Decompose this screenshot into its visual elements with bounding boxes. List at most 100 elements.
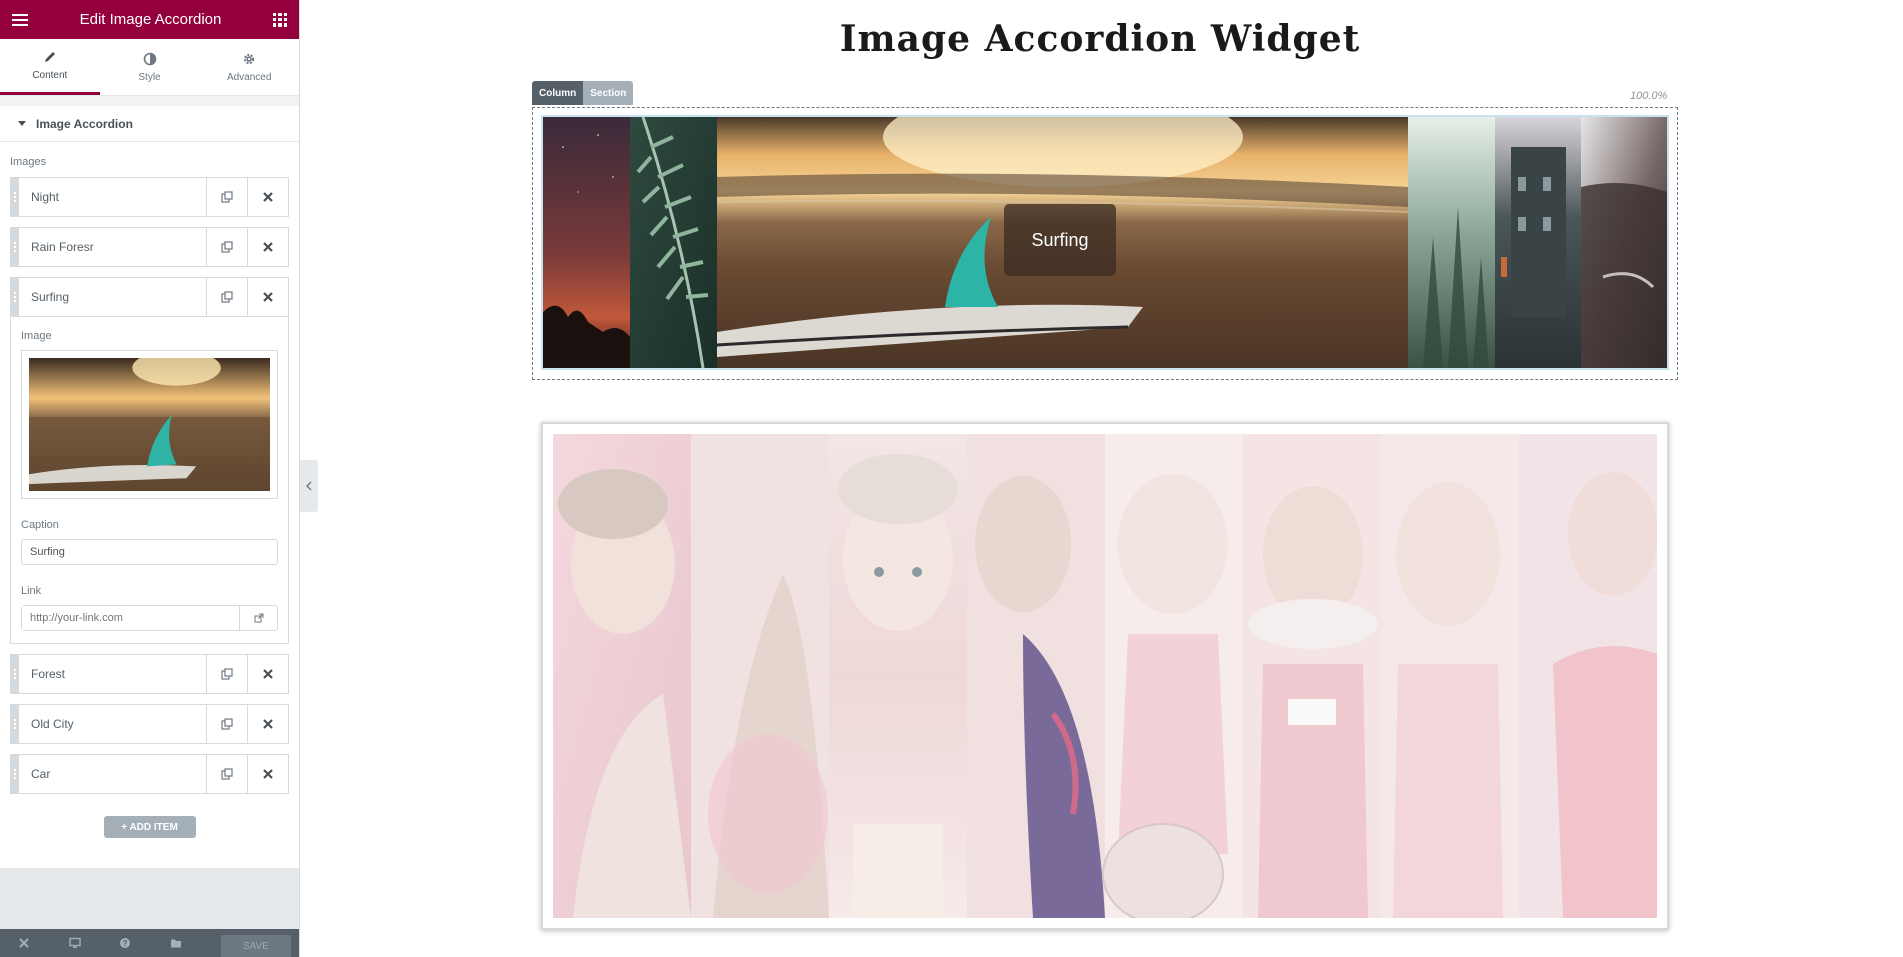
portrait-panel-8[interactable] [1519,434,1657,918]
portrait-panel-4[interactable] [967,434,1105,918]
caption-label: Caption [21,519,59,531]
close-icon [263,669,273,679]
image-label: Image [21,330,52,342]
portrait-panel-6[interactable] [1243,434,1381,918]
portrait-panel-5[interactable] [1102,434,1243,918]
panel-car[interactable] [1581,117,1667,368]
drag-handle[interactable] [11,755,19,793]
tab-content[interactable]: Content [0,39,100,95]
close-icon [263,292,273,302]
tab-advanced[interactable]: Advanced [199,39,299,95]
tab-label: Advanced [226,71,272,83]
link-options-button[interactable] [239,606,277,630]
close-icon [263,719,273,729]
duplicate-button[interactable] [206,278,247,316]
section-handle[interactable]: Section [583,81,634,105]
drag-handle[interactable] [11,178,19,216]
page-title: Image Accordion Widget [839,18,1361,60]
copy-icon [221,191,233,203]
remove-button[interactable] [247,655,288,693]
repeater-item-title[interactable]: Old City [19,705,206,743]
panel-forest[interactable] [1408,117,1495,368]
repeater-item-title[interactable]: Surfing [19,278,206,316]
portrait-panel-1[interactable] [553,434,691,918]
panel-night[interactable] [543,117,630,368]
repeater-item-title[interactable]: Forest [19,655,206,693]
portrait-panels [553,434,1657,918]
image-accordion-portraits [541,422,1669,930]
repeater-item-fields: Image Caption Link [10,316,289,644]
panel-title: Edit Image Accordion [79,11,222,28]
folder-icon[interactable] [170,937,221,949]
copy-icon [221,768,233,780]
caption-field[interactable] [21,539,278,565]
duplicate-button[interactable] [206,228,247,266]
panel-rain-forest[interactable] [630,117,717,368]
help-icon[interactable]: ? [119,937,170,949]
repeater-item: Night [10,177,289,217]
tabs-spacer [0,96,299,106]
section-title: Image Accordion [36,116,133,131]
duplicate-button[interactable] [206,755,247,793]
panel-old-city[interactable] [1495,117,1581,368]
surfing-thumbnail [29,358,270,491]
portrait-panel-7[interactable] [1381,434,1519,918]
desktop-icon[interactable] [69,937,120,949]
duplicate-button[interactable] [206,655,247,693]
link-field[interactable] [22,606,239,630]
copy-icon [221,241,233,253]
pencil-icon [44,52,55,62]
repeater-control: Images Night Rain Foresr Surfing Image C… [0,142,299,838]
collapse-panel-toggle[interactable] [300,460,318,512]
tab-label: Content [32,70,68,81]
repeater-item-title[interactable]: Night [19,178,206,216]
tab-label: Style [138,71,161,83]
close-icon[interactable] [18,937,69,949]
caret-down-icon [18,121,26,126]
repeater-item: Surfing [10,277,289,317]
link-field-wrap [21,605,278,631]
remove-button[interactable] [247,178,288,216]
portrait-panel-3[interactable] [829,434,967,918]
repeater-item: Rain Foresr [10,227,289,267]
svg-text:?: ? [123,939,128,948]
drag-handle[interactable] [11,655,19,693]
element-handles: Column Section [532,81,634,105]
close-icon [263,769,273,779]
add-item-button[interactable]: + ADD ITEM [103,816,196,838]
column-width-indicator: 100.0% [1630,90,1668,102]
copy-icon [221,718,233,730]
tab-style[interactable]: Style [100,39,200,95]
media-picker[interactable] [21,350,278,499]
panel-empty-area [0,868,299,929]
duplicate-button[interactable] [206,178,247,216]
remove-button[interactable] [247,278,288,316]
panel-tabs: Content Style Advanced [0,39,299,96]
repeater-item: Car [10,754,289,794]
drag-handle[interactable] [11,278,19,316]
editor-panel: Edit Image Accordion Content Style Advan… [0,0,300,957]
remove-button[interactable] [247,705,288,743]
repeater-item: Forest [10,654,289,694]
repeater-item-title[interactable]: Car [19,755,206,793]
section-toggle[interactable]: Image Accordion [0,106,299,142]
drag-handle[interactable] [11,228,19,266]
close-icon [263,192,273,202]
hamburger-icon[interactable] [12,13,28,26]
duplicate-button[interactable] [206,705,247,743]
remove-button[interactable] [247,755,288,793]
grid-icon[interactable] [273,12,287,27]
images-label: Images [10,156,47,168]
drag-handle[interactable] [11,705,19,743]
remove-button[interactable] [247,228,288,266]
panel-header: Edit Image Accordion [0,0,299,39]
portrait-panel-2[interactable] [691,434,829,918]
link-label: Link [21,585,42,597]
column-handle[interactable]: Column [532,81,584,105]
copy-icon [221,291,233,303]
save-button[interactable]: SAVE [220,935,292,957]
repeater-item: Old City [10,704,289,744]
accordion-caption[interactable]: Surfing [1004,204,1116,276]
repeater-item-title[interactable]: Rain Foresr [19,228,206,266]
copy-icon [221,668,233,680]
